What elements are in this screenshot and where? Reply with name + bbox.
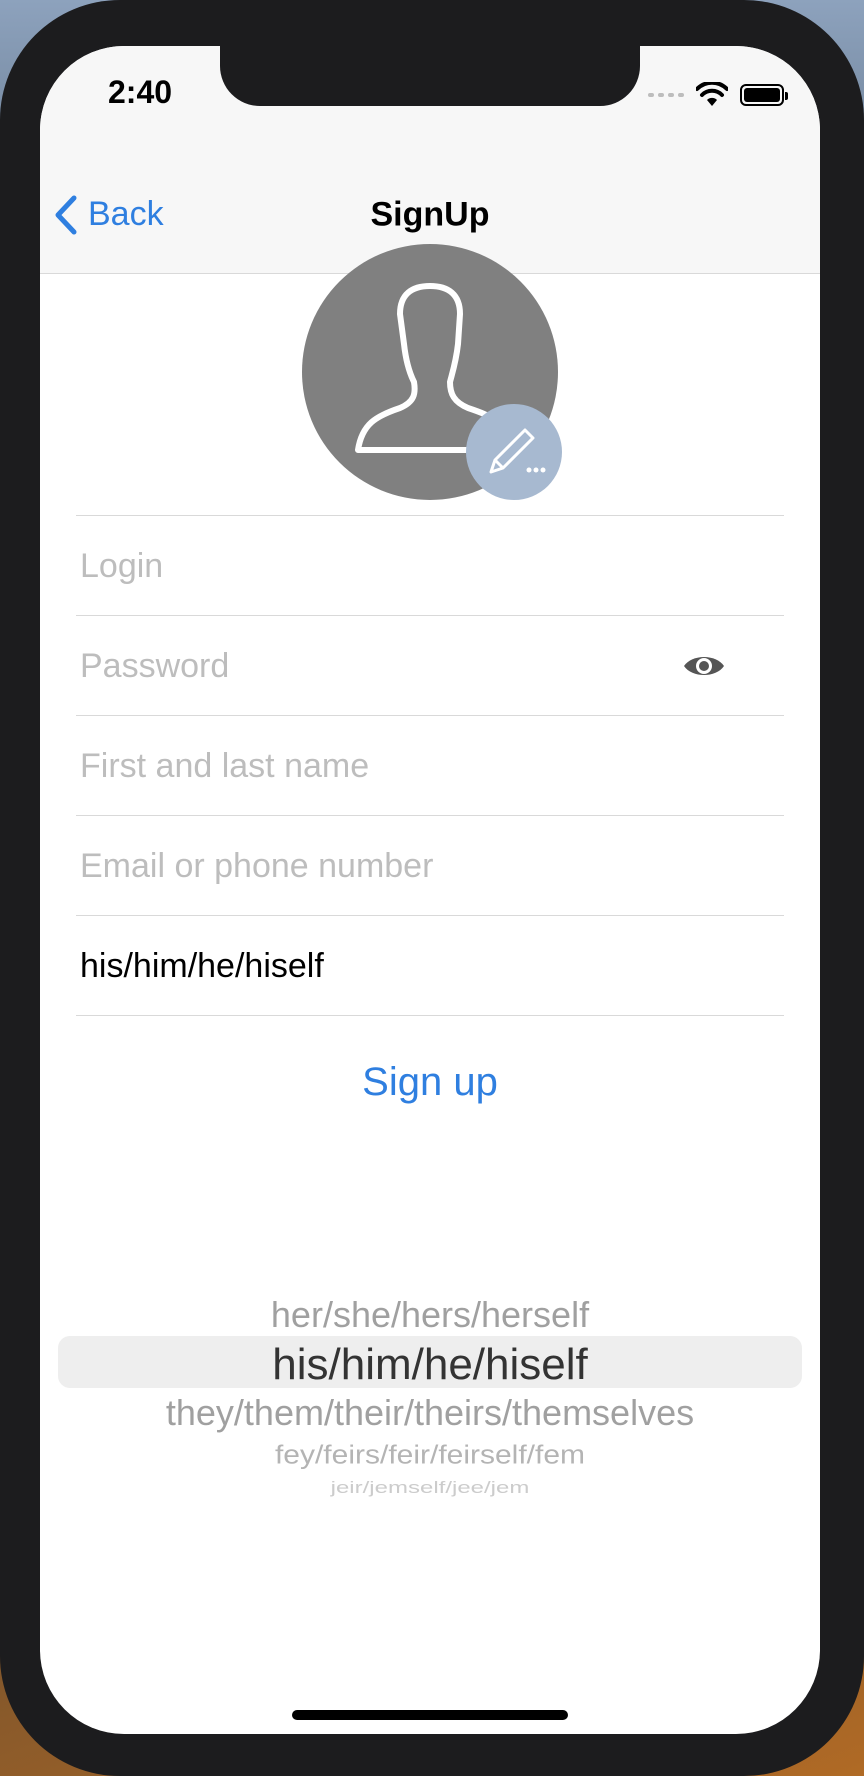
home-indicator[interactable] — [292, 1710, 568, 1720]
edit-avatar-button[interactable] — [466, 404, 562, 500]
status-icons — [648, 80, 788, 110]
contact-input[interactable] — [80, 816, 680, 916]
login-field — [76, 515, 784, 616]
pronouns-input[interactable] — [80, 916, 680, 1016]
picker-option[interactable]: fey/feirs/feir/feirself/fem — [40, 1442, 820, 1471]
device-notch — [220, 46, 640, 106]
name-field — [76, 715, 784, 816]
wifi-icon — [696, 82, 728, 106]
picker-option[interactable]: jeir/jemself/jee/jem — [40, 1478, 820, 1498]
page-title: SignUp — [370, 195, 490, 233]
divider — [76, 1015, 784, 1016]
name-input[interactable] — [80, 716, 680, 816]
login-input[interactable] — [80, 516, 680, 616]
picker-option-selected[interactable]: his/him/he/hiself — [40, 1340, 820, 1390]
status-time: 2:40 — [108, 74, 173, 110]
sign-up-button[interactable]: Sign up — [40, 1060, 820, 1105]
picker-option[interactable]: they/them/their/theirs/themselves — [40, 1392, 820, 1434]
eye-icon[interactable] — [682, 646, 726, 686]
password-field — [76, 615, 784, 716]
contact-field — [76, 815, 784, 916]
picker-option[interactable]: her/she/hers/herself — [40, 1294, 820, 1336]
battery-icon — [740, 84, 788, 106]
cellular-signal-icon — [648, 93, 684, 97]
avatar-container — [302, 244, 562, 500]
pronoun-picker[interactable]: her/she/hers/herself his/him/he/hiself t… — [40, 1236, 820, 1506]
pencil-icon — [489, 428, 546, 474]
device-frame: 2:40 Back SignUp Login First and last na… — [0, 0, 864, 1776]
screen: 2:40 Back SignUp Login First and last na… — [40, 46, 820, 1734]
password-input[interactable] — [80, 616, 680, 716]
pronouns-field — [76, 915, 784, 1016]
